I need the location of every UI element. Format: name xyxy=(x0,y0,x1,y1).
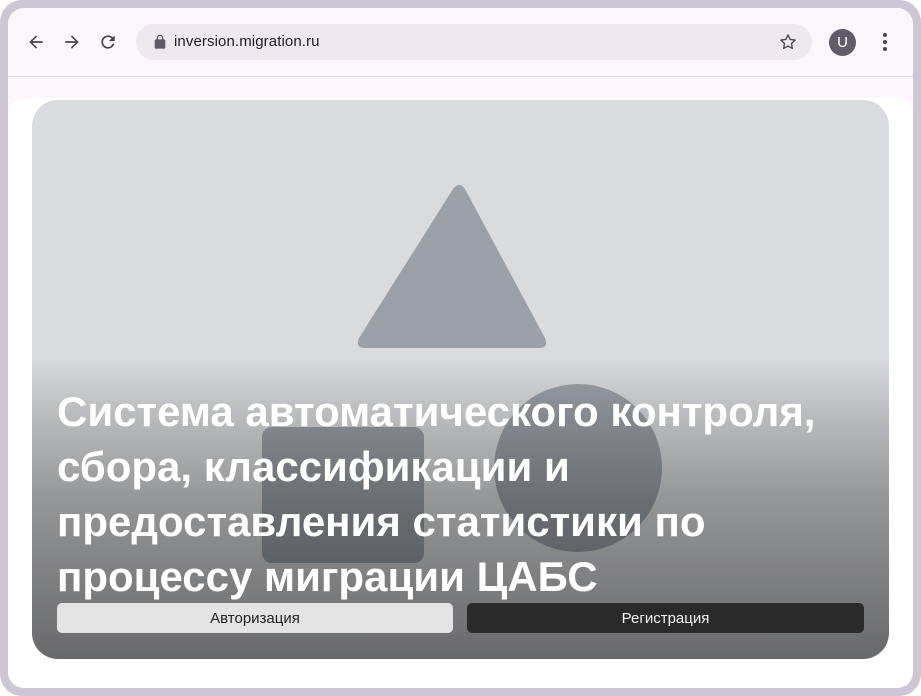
forward-arrow-icon[interactable] xyxy=(60,30,84,54)
browser-toolbar: inversion.migration.ru U xyxy=(8,8,913,77)
lock-icon xyxy=(154,34,166,49)
more-vert-icon[interactable] xyxy=(876,30,894,54)
back-arrow-icon[interactable] xyxy=(24,30,48,54)
register-button[interactable]: Регистрация xyxy=(467,603,864,633)
url-text[interactable]: inversion.migration.ru xyxy=(174,33,320,50)
page-title: Система автоматического контроля, сбора,… xyxy=(57,388,816,600)
profile-avatar[interactable]: U xyxy=(829,29,856,56)
device-frame: inversion.migration.ru U Система автомат… xyxy=(0,0,921,696)
bookmark-star-icon[interactable] xyxy=(778,32,798,52)
reload-icon[interactable] xyxy=(96,30,120,54)
browser-window: inversion.migration.ru U Система автомат… xyxy=(8,8,913,688)
page-viewport: Система автоматического контроля, сбора,… xyxy=(8,98,913,688)
address-bar[interactable]: inversion.migration.ru xyxy=(136,24,812,60)
hero-banner: Система автоматического контроля, сбора,… xyxy=(32,100,889,659)
login-button[interactable]: Авторизация xyxy=(57,603,453,633)
